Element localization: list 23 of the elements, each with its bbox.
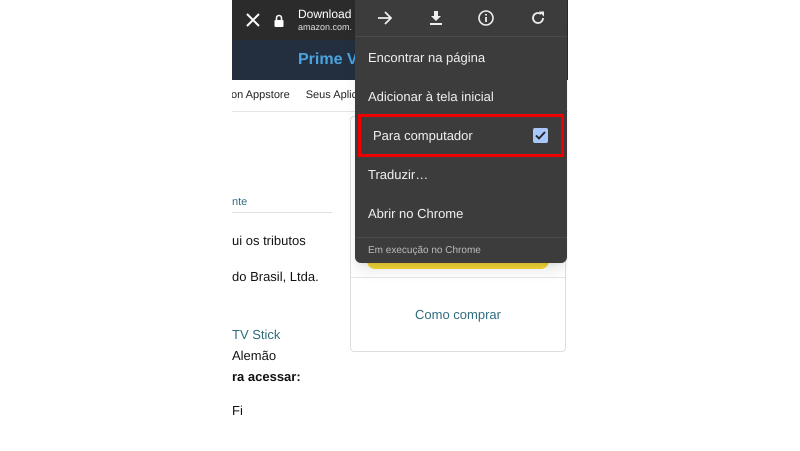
menu-item[interactable]: Abrir no Chrome [355, 194, 567, 233]
menu-footer-text: Em execução no Chrome [368, 244, 481, 258]
lock-icon [274, 14, 284, 26]
checkbox[interactable] [533, 128, 548, 143]
menu-item[interactable]: Encontrar na página [355, 38, 567, 77]
text-link[interactable]: TV Stick [232, 327, 280, 343]
menu-item[interactable]: Adicionar à tela inicial [355, 77, 567, 116]
body-text: ui os tributos [232, 233, 306, 249]
refresh-icon[interactable] [530, 11, 545, 25]
body-text: Alemão [232, 348, 276, 364]
menu-item[interactable]: Traduzir… [355, 155, 567, 194]
info-icon[interactable] [478, 10, 494, 26]
url-text: amazon.com. [298, 22, 352, 34]
body-text: ra acessar: [232, 369, 301, 385]
body-text: do Brasil, Ltda. [232, 269, 319, 285]
download-icon[interactable] [430, 11, 442, 25]
body-text: Fi [232, 403, 243, 419]
text-link[interactable]: nte [232, 194, 248, 210]
close-icon[interactable] [246, 13, 260, 27]
page-title: Download [298, 6, 352, 22]
forward-arrow-icon[interactable] [377, 11, 394, 25]
menu-item[interactable]: Para computador [360, 116, 562, 155]
how-to-buy-link[interactable]: Como comprar [415, 304, 501, 324]
